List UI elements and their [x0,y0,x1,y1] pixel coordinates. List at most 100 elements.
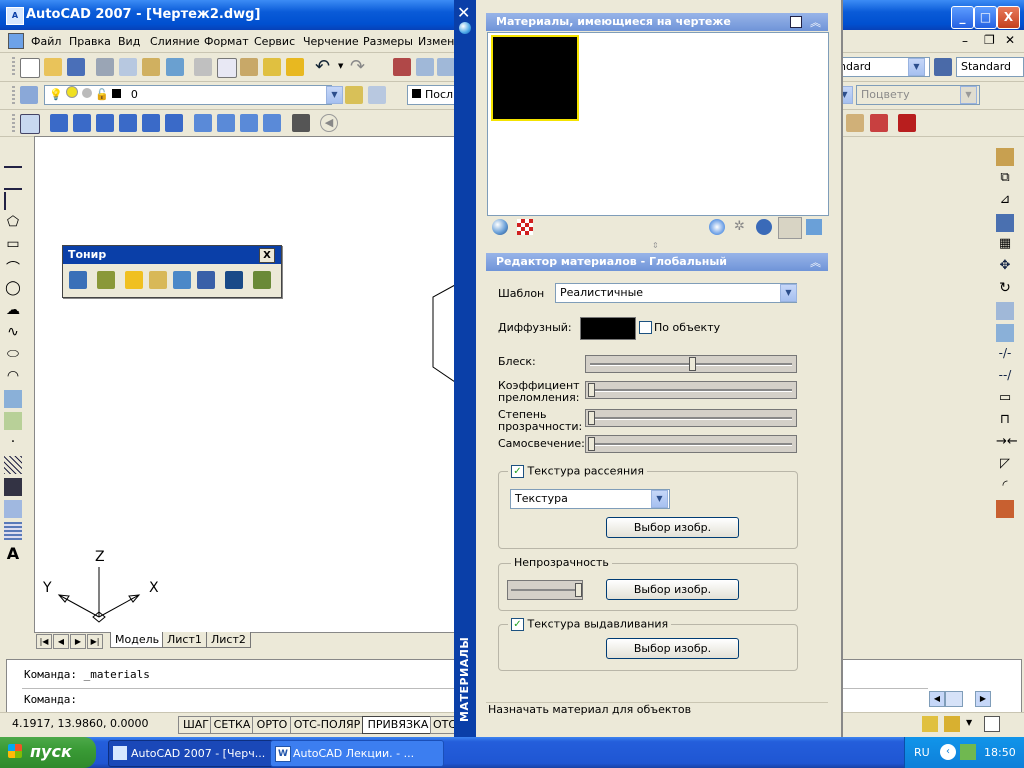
translucency-slider[interactable] [585,409,797,427]
color-control-select[interactable]: Посл [407,85,459,105]
plot-preview-icon[interactable] [119,58,137,76]
bump-select-image-button[interactable]: Выбор изобр. [606,638,739,659]
toolbar-grip[interactable] [12,86,15,105]
fillet-icon[interactable] [846,114,864,132]
language-indicator[interactable]: RU [914,746,930,759]
tray-expand-icon[interactable]: ‹ [940,744,956,760]
line-icon[interactable] [4,148,22,168]
render-preset-icon[interactable] [253,271,271,289]
front-view-icon[interactable] [142,114,160,132]
scroll-left-icon[interactable]: ◀ [320,114,338,132]
zoom-window-icon[interactable] [437,58,455,76]
taskbar-word[interactable]: W AutoCAD Лекции. - ... [270,740,444,767]
command-prompt[interactable]: Команда: [24,693,77,706]
scale-icon[interactable] [996,302,1014,320]
doc-minimize-icon[interactable]: – [962,34,968,48]
ne-isometric-icon[interactable] [240,114,258,132]
se-isometric-icon[interactable] [217,114,235,132]
gradient-icon[interactable] [4,478,22,496]
opacity-select-image-button[interactable]: Выбор изобр. [606,579,739,600]
create-new-material-icon[interactable] [709,219,725,235]
make-object-layer-current-icon[interactable] [345,86,363,104]
layer-previous-icon[interactable] [368,86,386,104]
tab-layout2[interactable]: Лист2 [206,632,251,648]
tab-layout1[interactable]: Лист1 [162,632,207,648]
print-icon[interactable] [96,58,114,76]
render-toolbar[interactable]: Тонир X [62,245,282,298]
drawn-object[interactable] [432,284,455,383]
indicate-materials-in-use-icon[interactable] [756,219,772,235]
redo-icon[interactable]: ↷ [350,56,365,77]
3d-dwf-icon[interactable] [166,58,184,76]
right-view-icon[interactable] [119,114,137,132]
spline-icon[interactable]: ∿ [4,324,22,342]
self-illumination-thumb[interactable] [588,437,595,451]
toolbar-grip[interactable] [12,114,15,132]
collapse-icon[interactable]: ︽ [810,14,821,30]
drawing-area[interactable]: Z Y X [34,136,456,634]
tray-app-icon[interactable] [960,744,976,760]
multiline-text-icon[interactable]: A [4,544,22,563]
pan-icon[interactable] [393,58,411,76]
mapping-icon[interactable] [173,271,191,289]
bottom-view-icon[interactable] [73,114,91,132]
osnap-button[interactable]: ПРИВЯЗКА [362,716,434,734]
document-icon[interactable] [8,33,24,49]
diffuse-color-swatch[interactable] [580,317,636,340]
revision-cloud-icon[interactable]: ☁ [4,302,22,320]
erase-icon[interactable] [996,148,1014,166]
copy-icon[interactable] [217,58,237,78]
editor-collapse-icon[interactable]: ︽ [810,254,821,270]
camera-icon[interactable] [292,114,310,132]
command-scroll-thumb[interactable] [945,691,963,707]
splitter-grip-icon[interactable]: ⇕ [652,241,659,250]
extend-icon[interactable]: --/ [996,368,1014,386]
communication-center-icon[interactable] [922,716,938,732]
top-view-icon[interactable] [50,114,68,132]
undo-icon[interactable]: ↶ [315,56,330,77]
stretch-icon[interactable] [996,324,1014,342]
trim-icon[interactable]: -/- [996,346,1014,364]
scroll-left-icon[interactable]: ◀ [929,691,945,707]
start-button[interactable]: пуск [0,737,96,768]
checkered-background-icon[interactable] [517,219,533,235]
undo-dropdown-icon[interactable]: ▼ [338,62,343,70]
menu-dimensions[interactable]: Размеры [363,35,413,48]
cut-icon[interactable] [194,58,212,76]
by-object-checkbox[interactable] [639,321,652,334]
polygon-icon[interactable]: ⬠ [4,214,22,232]
diffuse-map-type-dropdown-icon[interactable]: ▼ [651,490,668,508]
refraction-thumb[interactable] [588,383,595,397]
save-icon[interactable] [67,58,85,76]
mirror-icon[interactable]: ⊿ [996,192,1014,210]
status-menu-icon[interactable]: ▼ [966,718,972,727]
prev-tab-icon[interactable]: ◀ [53,634,69,649]
scroll-right-icon[interactable]: ▶ [975,691,991,707]
new-file-icon[interactable] [20,58,40,78]
next-tab-icon[interactable]: ▶ [70,634,86,649]
left-view-icon[interactable] [96,114,114,132]
array-icon[interactable]: ▦ [996,236,1014,254]
insert-block-icon[interactable] [4,390,22,408]
remove-materials-icon[interactable] [806,219,822,235]
render-toolbar-close-icon[interactable]: X [259,248,275,263]
circle-icon[interactable]: ◯ [4,280,22,298]
nw-isometric-icon[interactable] [263,114,281,132]
doc-close-icon[interactable]: ✕ [1005,33,1015,47]
join-icon[interactable]: →← [996,434,1018,452]
layer-select[interactable]: 💡 🔓 0 [44,85,332,105]
palette-title-strip[interactable] [454,0,476,737]
layer-dropdown-icon[interactable]: ▼ [326,86,343,104]
render-icon[interactable] [97,271,115,289]
diffuse-select-image-button[interactable]: Выбор изобр. [606,517,739,538]
zoom-realtime-icon[interactable] [416,58,434,76]
diffuse-map-checkbox[interactable]: ✓ [511,464,524,478]
copy-object-icon[interactable]: ⧉ [996,170,1014,188]
menu-format[interactable]: Формат [204,35,249,48]
back-view-icon[interactable] [165,114,183,132]
template-select[interactable]: Реалистичные [555,283,797,303]
self-illumination-slider[interactable] [585,435,797,453]
material-editor-header[interactable]: Редактор материалов - Глобальный [486,253,828,271]
first-tab-icon[interactable]: |◀ [36,634,52,649]
template-dropdown-icon[interactable]: ▼ [780,284,797,302]
